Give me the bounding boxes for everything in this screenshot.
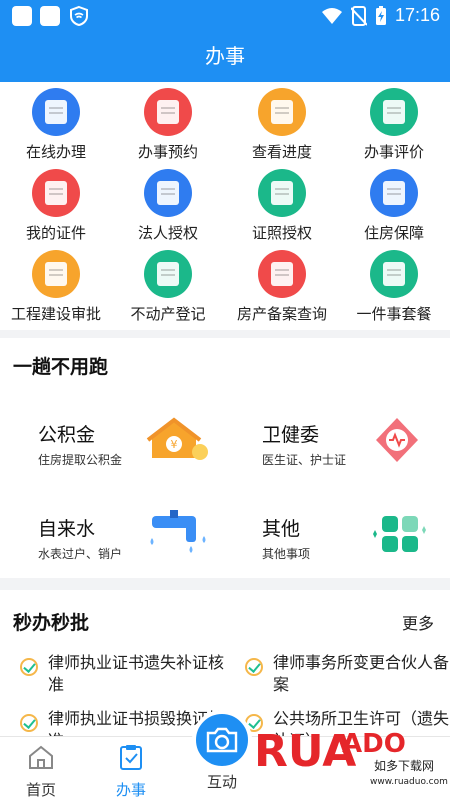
clipboard-check-icon — [120, 745, 142, 770]
grid-item-progress[interactable]: 查看进度 — [226, 88, 338, 162]
grid-item-evaluation[interactable]: 办事评价 — [338, 88, 450, 162]
service-housing-fund[interactable]: 公积金 住房提取公积金 — [38, 420, 122, 468]
construction-doc-icon — [32, 250, 80, 298]
grid-item-housing[interactable]: 住房保障 — [338, 169, 450, 243]
tab-home[interactable]: 首页 — [6, 743, 76, 800]
section-title: 秒办秒批 — [13, 612, 90, 634]
tab-interact[interactable]: 互动 — [187, 771, 257, 792]
watermark-logo: RUA ADO 如多下载网 www.ruaduo.com — [254, 726, 448, 787]
property-doc-icon — [144, 250, 192, 298]
grid-item-license-auth[interactable]: 证照授权 — [226, 169, 338, 243]
page-header: 办事 — [0, 32, 450, 82]
grid-item-appointment[interactable]: 办事预约 — [112, 88, 224, 162]
grid-item-property-query[interactable]: 房产备案查询 — [226, 250, 338, 324]
building-icon — [370, 169, 418, 217]
house-coin-icon: ¥ — [146, 417, 208, 460]
grid-item-legal-auth[interactable]: 法人授权 — [112, 169, 224, 243]
no-sim-icon — [350, 5, 367, 26]
tab-affairs[interactable]: 办事 — [96, 743, 166, 800]
home-icon — [29, 745, 53, 769]
clock: 17:16 — [394, 5, 440, 25]
grid-squares-icon — [373, 516, 426, 552]
service-water[interactable]: 自来水 水表过户、销户 — [38, 514, 122, 562]
more-link[interactable]: 更多 — [402, 610, 434, 634]
battery-charging-icon — [375, 5, 386, 25]
health-emblem-icon — [376, 418, 418, 462]
page-title: 办事 — [205, 44, 245, 68]
comment-icon — [370, 88, 418, 136]
certificate-icon — [32, 169, 80, 217]
notification-icon-2 — [40, 6, 60, 26]
status-bar: 17:16 — [0, 0, 450, 32]
grid-item-online[interactable]: 在线办理 — [0, 88, 112, 162]
water-tap-icon — [150, 510, 206, 553]
progress-doc-icon — [258, 88, 306, 136]
calendar-list-icon — [144, 88, 192, 136]
check-icon — [245, 658, 263, 676]
user-doc-icon — [370, 250, 418, 298]
svg-text:RUA: RUA — [254, 726, 356, 777]
run-once-section: 一趟不用跑 公积金 住房提取公积金 ¥ 卫健委 医生证、护士证 自来水 水表过户… — [0, 338, 450, 578]
grid-item-construction[interactable]: 工程建设审批 — [0, 250, 112, 324]
svg-text:ADO: ADO — [342, 729, 406, 759]
service-other[interactable]: 其他 其他事项 — [262, 514, 310, 562]
service-health[interactable]: 卫健委 医生证、护士证 — [262, 420, 346, 468]
license-icon — [258, 169, 306, 217]
grid-item-my-certificates[interactable]: 我的证件 — [0, 169, 112, 243]
id-card-icon — [144, 169, 192, 217]
notification-icon — [12, 6, 32, 26]
check-icon — [20, 714, 38, 732]
list-item[interactable]: 律师事务所变更合伙人备案 — [245, 652, 450, 696]
watermark-url: www.ruaduo.com — [370, 777, 448, 787]
camera-icon — [206, 727, 238, 753]
camera-button[interactable] — [192, 710, 252, 770]
check-icon — [20, 658, 38, 676]
svg-text:¥: ¥ — [171, 438, 178, 451]
shield-wifi-icon — [70, 5, 88, 27]
function-grid: 在线办理 办事预约 查看进度 办事评价 我的证件 法人授权 证照授权 住房保障 … — [0, 82, 450, 330]
wifi-icon — [321, 7, 342, 24]
grid-item-real-estate[interactable]: 不动产登记 — [112, 250, 224, 324]
list-item[interactable]: 律师执业证书遗失补证核准 — [20, 652, 230, 696]
monitor-icon — [32, 88, 80, 136]
house-search-icon — [258, 250, 306, 298]
section-title: 一趟不用跑 — [13, 356, 109, 378]
watermark-name: 如多下载网 — [374, 758, 434, 773]
grid-item-one-thing[interactable]: 一件事套餐 — [338, 250, 450, 324]
